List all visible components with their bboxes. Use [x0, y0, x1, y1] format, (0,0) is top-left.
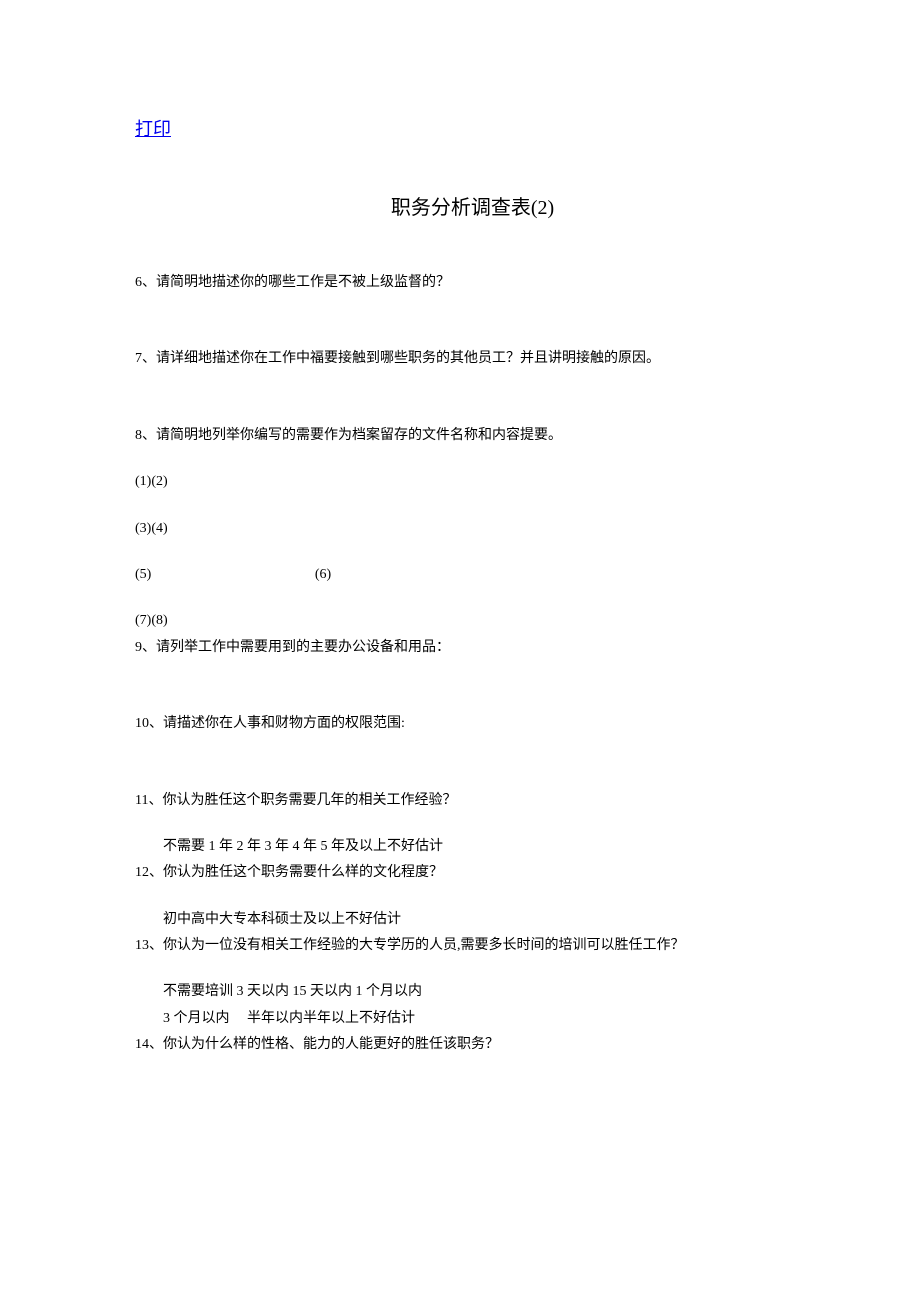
question-8: 8、请简明地列举你编写的需要作为档案留存的文件名称和内容提要。 — [135, 425, 810, 447]
blank-6: (6) — [315, 564, 331, 586]
blank-5: (5) — [135, 564, 151, 586]
question-13-options-line1: 不需要培训 3 天以内 15 天以内 1 个月以内 — [163, 981, 810, 1003]
print-link[interactable]: 打印 — [135, 115, 171, 141]
blank-row-2: (3)(4) — [135, 518, 810, 540]
question-9: 9、请列举工作中需要用到的主要办公设备和用品： — [135, 637, 810, 659]
question-14: 14、你认为什么样的性格、能力的人能更好的胜任该职务？ — [135, 1034, 810, 1056]
question-11: 11、你认为胜任这个职务需要几年的相关工作经验？ — [135, 790, 810, 812]
question-11-options: 不需要 1 年 2 年 3 年 4 年 5 年及以上不好估计 — [163, 836, 810, 858]
blank-row-1: (1)(2) — [135, 471, 810, 493]
question-10: 10、请描述你在人事和财物方面的权限范围: — [135, 713, 810, 735]
question-13-options-line2: 3 个月以内 半年以内半年以上不好估计 — [163, 1008, 810, 1030]
question-6: 6、请简明地描述你的哪些工作是不被上级监督的？ — [135, 272, 810, 294]
question-7: 7、请详细地描述你在工作中福要接触到哪些职务的其他员工？并且讲明接触的原因。 — [135, 348, 810, 370]
question-12: 12、你认为胜任这个职务需要什么样的文化程度？ — [135, 862, 810, 884]
blank-row-3: (5) (6) — [135, 564, 810, 586]
blank-row-4: (7)(8) — [135, 610, 810, 632]
document-title: 职务分析调查表(2) — [135, 191, 810, 220]
question-12-options: 初中高中大专本科硕士及以上不好估计 — [163, 909, 810, 931]
question-13: 13、你认为一位没有相关工作经验的大专学历的人员,需要多长时间的培训可以胜任工作… — [135, 935, 810, 957]
